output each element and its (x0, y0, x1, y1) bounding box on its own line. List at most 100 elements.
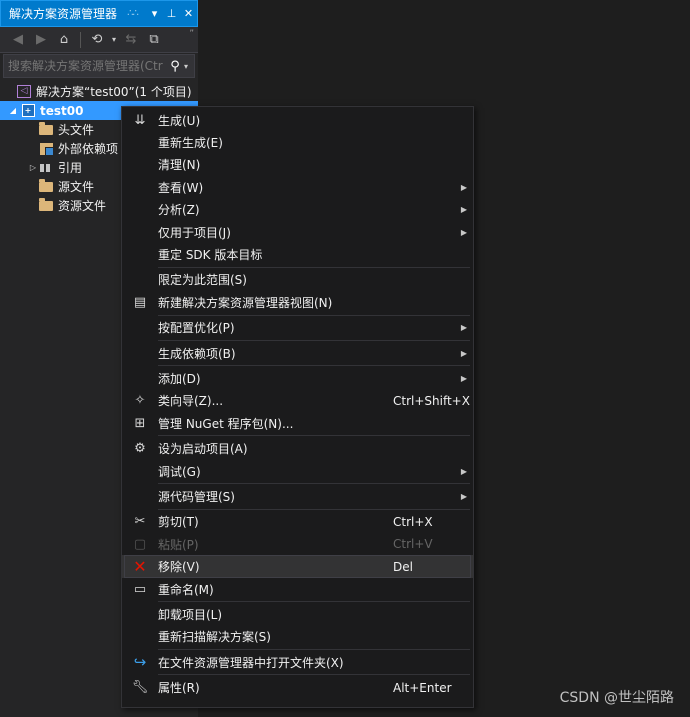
menu-item-source-control[interactable]: 源代码管理(S) ▶ (122, 485, 473, 507)
paste-icon: ▢ (133, 536, 147, 552)
menu-item-label: 限定为此范围(S) (158, 273, 247, 288)
menu-item-label: 新建解决方案资源管理器视图(N) (158, 295, 333, 310)
panel-title-bar: 解决方案资源管理器 ∴∴ ▾ ⊥ ✕ (0, 0, 198, 27)
pin-icon[interactable]: ⊥ (163, 7, 180, 20)
remove-icon: ✕ (133, 557, 147, 577)
folder-icon (38, 178, 54, 194)
class-wizard-icon: ✧ (134, 393, 146, 409)
menu-separator (158, 674, 470, 676)
tree-solution-row[interactable]: ◁ 解决方案“test00”(1 个项目) (0, 82, 198, 101)
menu-item-open-in-explorer[interactable]: ↪ 在文件资源管理器中打开文件夹(X) (122, 651, 473, 673)
project-label: test00 (40, 103, 84, 118)
tree-item-label: 资源文件 (58, 199, 107, 213)
menu-item-manage-nuget[interactable]: ⊞ 管理 NuGet 程序包(N)... (122, 412, 473, 434)
overflow-icon[interactable]: ” (189, 29, 194, 39)
menu-item-project-only[interactable]: 仅用于项目(J) ▶ (122, 221, 473, 243)
menu-item-label: 移除(V) (158, 560, 200, 575)
menu-separator (158, 339, 470, 341)
chevron-down-icon[interactable]: ▾ (110, 31, 118, 49)
submenu-arrow-icon: ▶ (460, 227, 468, 237)
menu-item-label: 管理 NuGet 程序包(N)... (158, 416, 294, 431)
menu-item-label: 分析(Z) (158, 203, 200, 218)
dropdown-icon[interactable]: ▾ (146, 7, 163, 20)
folder-icon (38, 197, 54, 213)
expand-arrow-icon[interactable]: ◢ (6, 106, 20, 115)
back-icon[interactable]: ◀ (8, 31, 28, 49)
solution-label: 解决方案“test00”(1 个项目) (36, 85, 192, 99)
gear-icon: ⚙ (134, 441, 146, 457)
menu-item-shortcut: Alt+Enter (393, 680, 452, 695)
menu-item-set-startup[interactable]: ⚙ 设为启动项目(A) (122, 437, 473, 459)
menu-item-label: 清理(N) (158, 158, 201, 173)
panel-toolbar: ◀ ▶ ⌂ ⟲ ▾ ⇆ ⧉ ” (0, 27, 198, 53)
menu-item-analyze[interactable]: 分析(Z) ▶ (122, 199, 473, 221)
menu-separator (158, 435, 470, 437)
menu-item-rebuild[interactable]: 重新生成(E) (122, 131, 473, 153)
menu-item-shortcut: Ctrl+V (393, 537, 433, 552)
home-icon[interactable]: ⌂ (54, 31, 74, 49)
menu-item-label: 粘贴(P) (158, 537, 199, 552)
menu-item-new-view[interactable]: ▤ 新建解决方案资源管理器视图(N) (122, 291, 473, 313)
menu-item-retarget-sdk[interactable]: 重定 SDK 版本目标 (122, 243, 473, 265)
search-box: ⚲ ▾ (3, 54, 195, 78)
menu-separator (158, 601, 470, 603)
menu-item-cut[interactable]: ✂ 剪切(T) Ctrl+X (122, 511, 473, 533)
collapse-arrow-icon[interactable]: ▷ (28, 163, 38, 172)
search-options-icon[interactable]: ▾ (184, 62, 194, 71)
menu-item-label: 仅用于项目(J) (158, 225, 231, 240)
forward-icon[interactable]: ▶ (31, 31, 51, 49)
menu-item-label: 卸载项目(L) (158, 607, 223, 622)
project-icon: + (20, 104, 36, 118)
watermark: CSDN @世尘陌路 (559, 690, 674, 706)
menu-item-add[interactable]: 添加(D) ▶ (122, 367, 473, 389)
menu-separator (158, 483, 470, 485)
menu-separator (158, 314, 470, 316)
external-deps-icon (38, 142, 54, 156)
menu-item-label: 重新扫描解决方案(S) (158, 630, 271, 645)
menu-separator (158, 648, 470, 650)
menu-separator (158, 365, 470, 367)
menu-item-paste: ▢ 粘贴(P) Ctrl+V (122, 533, 473, 555)
tree-item-label: 头文件 (58, 123, 95, 137)
menu-item-rename[interactable]: ▭ 重命名(M) (122, 578, 473, 600)
search-icon[interactable]: ⚲ (166, 59, 184, 74)
menu-item-shortcut: Del (393, 559, 413, 574)
menu-item-label: 源代码管理(S) (158, 489, 235, 504)
menu-item-label: 重命名(M) (158, 582, 214, 597)
references-icon (38, 161, 54, 175)
search-input[interactable] (4, 59, 166, 73)
history-icon[interactable]: ⟲ (87, 31, 107, 49)
menu-item-properties[interactable]: 🔧︎ 属性(R) Alt+Enter (122, 676, 473, 698)
drag-handle-icon[interactable]: ∴∴ (127, 8, 139, 19)
submenu-arrow-icon: ▶ (460, 491, 468, 501)
menu-item-label: 生成(U) (158, 113, 201, 128)
build-icon: ⇊ (134, 112, 146, 128)
menu-item-build-dependencies[interactable]: 生成依赖项(B) ▶ (122, 342, 473, 364)
panel-title: 解决方案资源管理器 (9, 7, 118, 21)
menu-item-label: 查看(W) (158, 180, 204, 195)
collapse-all-icon[interactable]: ⧉ (144, 31, 164, 49)
sync-icon[interactable]: ⇆ (121, 31, 141, 49)
menu-item-label: 属性(R) (158, 681, 200, 696)
submenu-arrow-icon: ▶ (460, 373, 468, 383)
menu-item-unload-project[interactable]: 卸载项目(L) (122, 603, 473, 625)
menu-item-class-wizard[interactable]: ✧ 类向导(Z)... Ctrl+Shift+X (122, 390, 473, 412)
menu-item-shortcut: Ctrl+Shift+X (393, 393, 470, 408)
menu-item-label: 重新生成(E) (158, 136, 223, 151)
menu-item-label: 生成依赖项(B) (158, 346, 236, 361)
close-icon[interactable]: ✕ (180, 7, 197, 20)
menu-item-clean[interactable]: 清理(N) (122, 154, 473, 176)
menu-item-build[interactable]: ⇊ 生成(U) (122, 109, 473, 131)
submenu-arrow-icon: ▶ (460, 182, 468, 192)
menu-item-view[interactable]: 查看(W) ▶ (122, 176, 473, 198)
menu-item-label: 调试(G) (158, 464, 201, 479)
menu-item-remove[interactable]: ✕ 移除(V) Del (122, 555, 473, 579)
menu-item-rescan-solution[interactable]: 重新扫描解决方案(S) (122, 626, 473, 648)
scissors-icon: ✂ (134, 514, 146, 530)
menu-item-label: 在文件资源管理器中打开文件夹(X) (158, 655, 344, 670)
menu-item-pgo[interactable]: 按配置优化(P) ▶ (122, 317, 473, 339)
menu-item-debug[interactable]: 调试(G) ▶ (122, 460, 473, 482)
tree-item-label: 源文件 (58, 180, 95, 194)
menu-item-scope-to-this[interactable]: 限定为此范围(S) (122, 269, 473, 291)
toolbar-separator (80, 31, 81, 48)
